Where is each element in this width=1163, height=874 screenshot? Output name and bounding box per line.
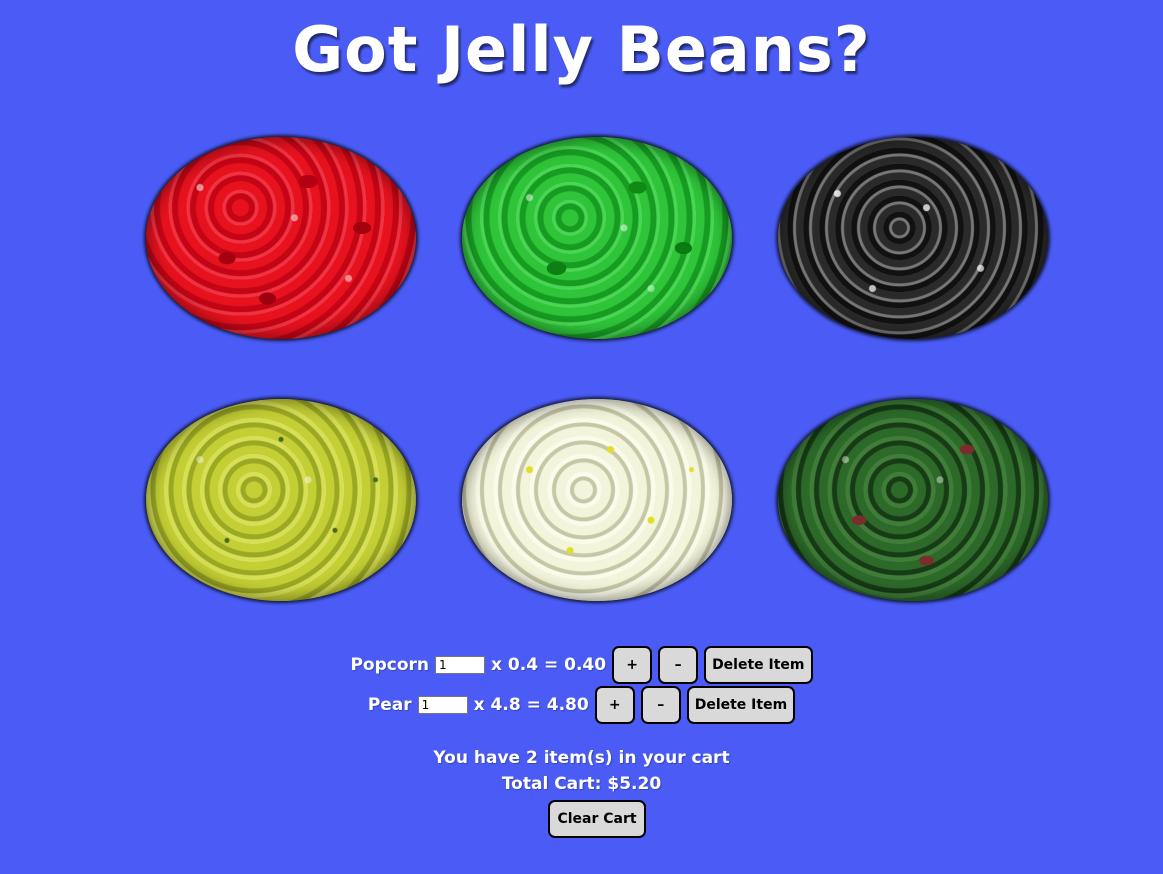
cart-item-count: You have 2 item(s) in your cart bbox=[433, 748, 730, 768]
delete-item-button[interactable]: Delete Item bbox=[686, 686, 796, 724]
clear-cart-button[interactable]: Clear Cart bbox=[548, 800, 646, 838]
popcorn-bean-image[interactable] bbox=[462, 399, 732, 601]
cart-item-name: Pear bbox=[367, 695, 412, 715]
cart-item-row: Pear x 4.8 = 4.80 + – Delete Item bbox=[0, 685, 1163, 725]
watermelon-bean-image[interactable] bbox=[778, 399, 1048, 601]
cart-item-price: x 4.8 = 4.80 bbox=[473, 695, 589, 715]
quantity-input[interactable] bbox=[417, 696, 468, 714]
delete-item-button[interactable]: Delete Item bbox=[704, 646, 813, 684]
cart-total: Total Cart: $5.20 bbox=[501, 774, 662, 794]
decrease-quantity-button[interactable]: – bbox=[640, 686, 681, 724]
decrease-quantity-button[interactable]: – bbox=[658, 646, 699, 684]
pear-bean-image[interactable] bbox=[146, 399, 416, 601]
increase-quantity-button[interactable]: + bbox=[594, 686, 635, 724]
cart-item-row: Popcorn x 0.4 = 0.40 + – Delete Item bbox=[0, 645, 1163, 685]
increase-quantity-button[interactable]: + bbox=[612, 646, 653, 684]
cart-item-price: x 0.4 = 0.40 bbox=[491, 655, 607, 675]
black-bean-image[interactable] bbox=[778, 137, 1048, 339]
cart-item-name: Popcorn bbox=[350, 655, 430, 675]
green-bean-image[interactable] bbox=[462, 137, 732, 339]
red-bean-image[interactable] bbox=[146, 137, 416, 339]
page-title: Got Jelly Beans? bbox=[292, 13, 871, 86]
quantity-input[interactable] bbox=[435, 656, 486, 674]
